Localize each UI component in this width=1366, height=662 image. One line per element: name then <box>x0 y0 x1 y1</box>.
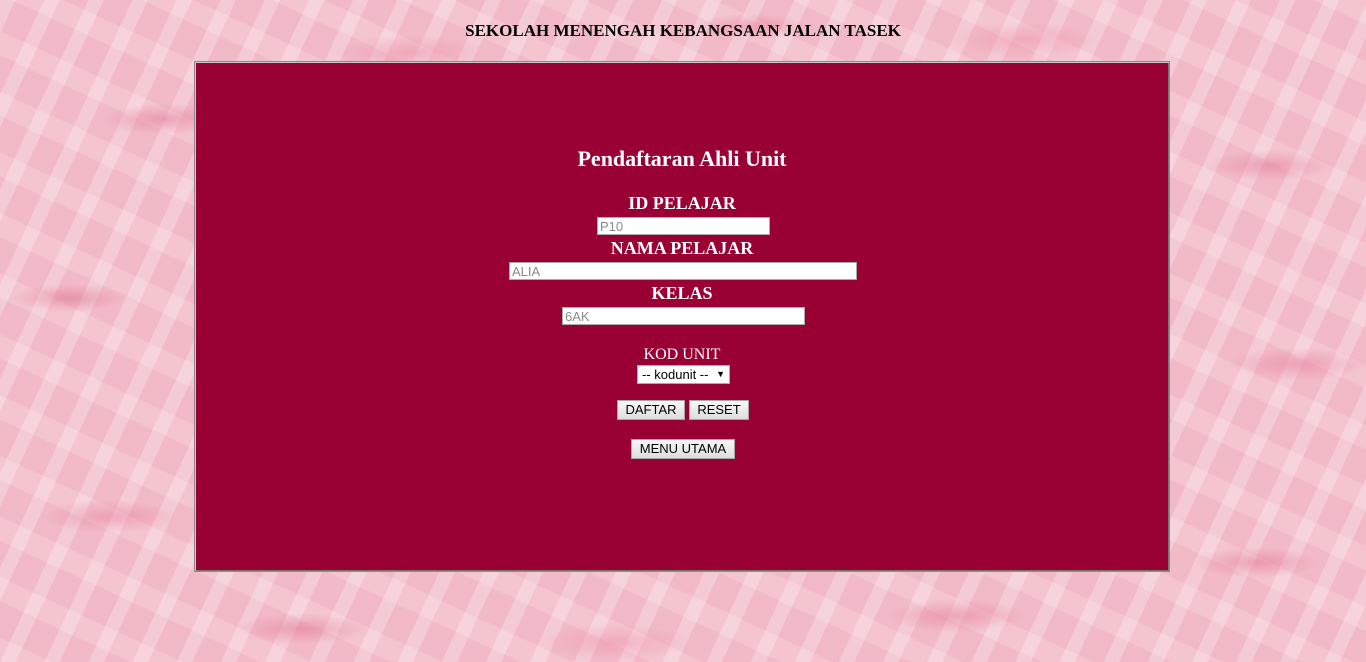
id-pelajar-label: ID PELAJAR <box>628 193 736 213</box>
nama-pelajar-label: NAMA PELAJAR <box>610 238 754 258</box>
menu-utama-button[interactable]: MENU UTAMA <box>631 439 735 459</box>
reset-button[interactable]: RESET <box>689 400 749 420</box>
school-name-header: SEKOLAH MENENGAH KEBANGSAAN JALAN TASEK <box>465 21 901 40</box>
kod-unit-label: KOD UNIT <box>643 346 721 363</box>
kod-unit-selected-value: -- kodunit -- <box>642 367 709 382</box>
id-pelajar-input[interactable] <box>597 217 770 235</box>
chevron-down-icon: ▼ <box>716 369 725 379</box>
form-title: Pendaftaran Ahli Unit <box>577 146 787 171</box>
nama-pelajar-input[interactable] <box>509 262 857 280</box>
kelas-input[interactable] <box>562 307 805 325</box>
kelas-label: KELAS <box>651 283 713 303</box>
kod-unit-select[interactable]: -- kodunit -- ▼ <box>637 365 730 384</box>
registration-panel: Pendaftaran Ahli Unit ID PELAJAR NAMA PE… <box>194 61 1170 572</box>
daftar-button[interactable]: DAFTAR <box>617 400 685 420</box>
